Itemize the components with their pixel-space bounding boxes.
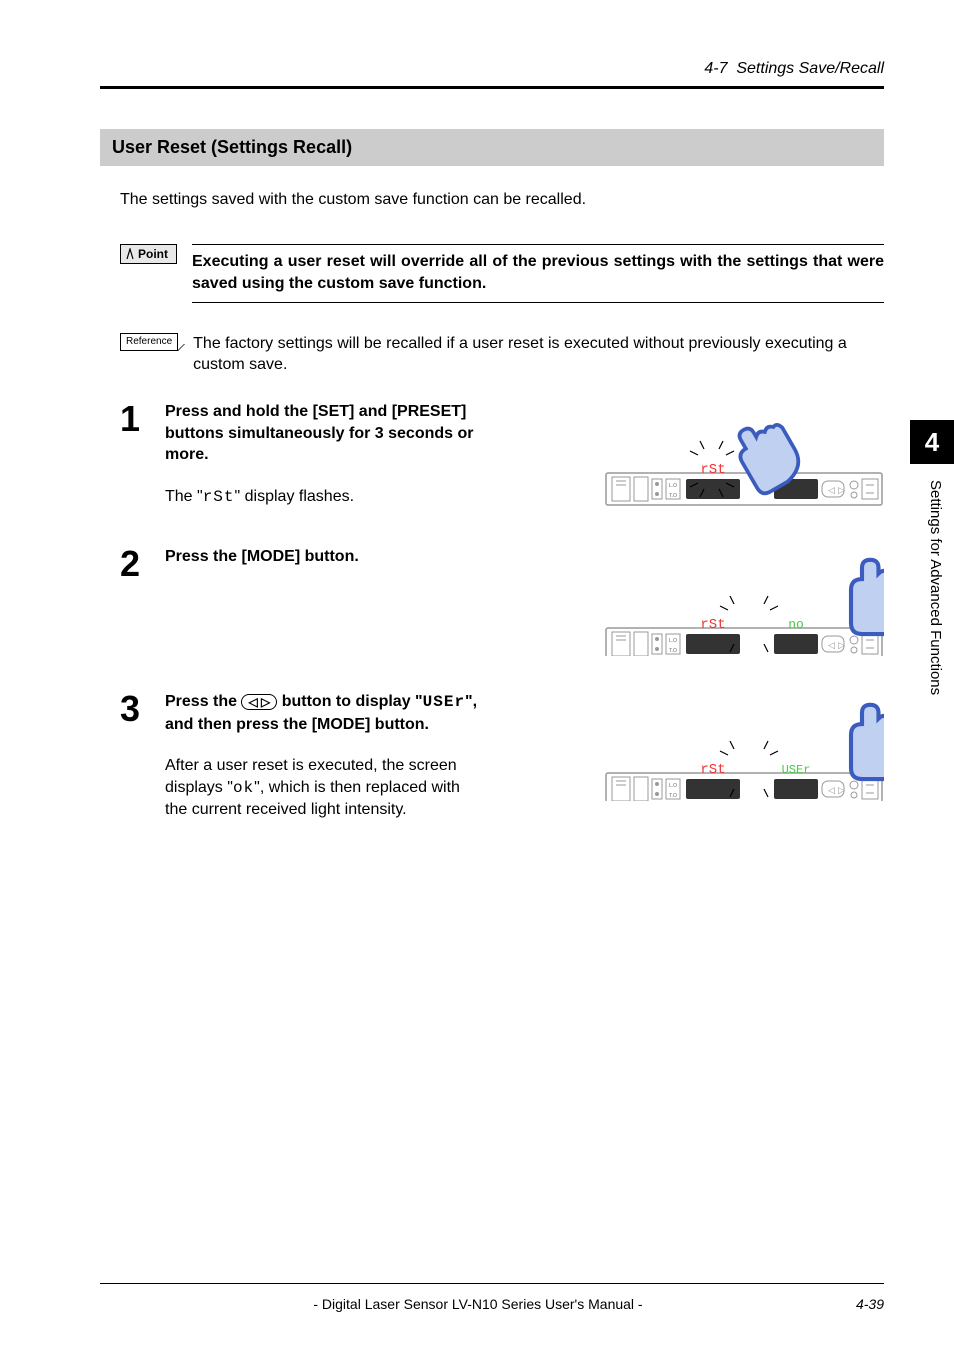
display-left: rSt	[700, 462, 725, 478]
step-1: 1 Press and hold the [SET] and [PRESET] …	[120, 401, 884, 516]
point-text: Executing a user reset will override all…	[192, 244, 884, 303]
reference-label-text: Reference	[126, 336, 172, 347]
section-number: 4-7	[704, 60, 727, 77]
step-3: 3 Press the ◁ ▷ button to display "USEr"…	[120, 691, 884, 821]
page-header: 4-7 Settings Save/Recall	[100, 60, 884, 78]
reference-callout: Reference The factory settings will be r…	[120, 333, 884, 376]
step-3-desc: After a user reset is executed, the scre…	[165, 755, 485, 821]
step-1-desc: The "rSt" display flashes.	[165, 486, 485, 509]
chapter-side-title: Settings for Advanced Functions	[927, 480, 944, 695]
footer-center: - Digital Laser Sensor LV-N10 Series Use…	[100, 1296, 856, 1312]
subsection-header: User Reset (Settings Recall)	[100, 129, 884, 166]
intro-text: The settings saved with the custom save …	[120, 191, 884, 209]
header-rule	[100, 86, 884, 89]
footer-page-number: 4-39	[856, 1296, 884, 1312]
point-icon	[125, 248, 135, 260]
display-right: USEr	[782, 763, 811, 777]
step-3-title: Press the ◁ ▷ button to display "USEr", …	[165, 691, 485, 735]
display-left: rSt	[700, 617, 725, 633]
reference-text: The factory settings will be recalled if…	[193, 333, 884, 376]
point-label: Point	[120, 244, 177, 264]
footer-rule	[100, 1283, 884, 1284]
arrow-button-icon: ◁ ▷	[241, 694, 277, 710]
chapter-tab: 4	[910, 420, 954, 464]
step-2: 2 Press the [MODE] button. rSt no	[120, 546, 884, 661]
point-callout: Point Executing a user reset will overri…	[120, 244, 884, 303]
seg-display: USEr	[423, 693, 465, 711]
seg-display: rSt	[203, 488, 235, 506]
chapter-number: 4	[925, 427, 939, 458]
step-number: 1	[120, 401, 165, 516]
step-1-figure: rSt	[604, 401, 884, 516]
step-2-title: Press the [MODE] button.	[165, 546, 485, 568]
section-title: Settings Save/Recall	[736, 60, 884, 77]
step-2-figure: rSt no	[604, 546, 884, 661]
subsection-title: User Reset (Settings Recall)	[112, 137, 352, 157]
seg-display: ok	[233, 779, 254, 797]
display-right: no	[788, 617, 804, 632]
step-number: 2	[120, 546, 165, 661]
point-label-text: Point	[138, 247, 168, 261]
reference-label: Reference	[120, 333, 178, 351]
display-left: rSt	[700, 762, 725, 778]
step-1-title: Press and hold the [SET] and [PRESET] bu…	[165, 401, 485, 466]
page-footer: - Digital Laser Sensor LV-N10 Series Use…	[100, 1283, 884, 1312]
step-number: 3	[120, 691, 165, 821]
step-3-figure: rSt USEr	[604, 691, 884, 821]
